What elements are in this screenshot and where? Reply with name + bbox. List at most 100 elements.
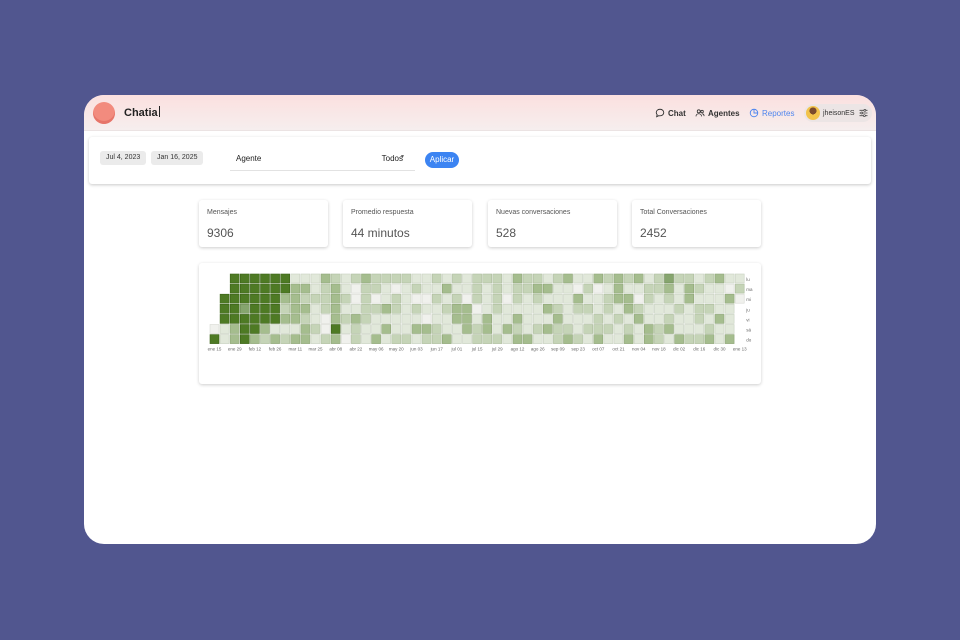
heatmap-cell[interactable] [452, 314, 462, 324]
heatmap-cell[interactable] [573, 324, 583, 334]
heatmap-cell[interactable] [613, 303, 624, 314]
heatmap-cell[interactable] [391, 314, 402, 324]
heatmap-cell[interactable] [563, 283, 573, 294]
heatmap-cell[interactable] [411, 334, 422, 344]
heatmap-cell[interactable] [542, 283, 553, 294]
heatmap-cell[interactable] [623, 283, 634, 294]
heatmap-cell[interactable] [674, 314, 684, 324]
heatmap-cell[interactable] [219, 293, 230, 304]
heatmap-cell[interactable] [472, 293, 482, 304]
heatmap-cell[interactable] [532, 324, 543, 334]
heatmap-cell[interactable] [734, 283, 745, 294]
heatmap-cell[interactable] [250, 314, 260, 324]
heatmap-cell[interactable] [542, 273, 553, 284]
heatmap-cell[interactable] [330, 303, 341, 314]
heatmap-cell[interactable] [330, 273, 341, 284]
heatmap-cell[interactable] [674, 324, 684, 334]
heatmap-cell[interactable] [704, 283, 715, 294]
heatmap-cell[interactable] [431, 303, 442, 314]
heatmap-cell[interactable] [472, 303, 482, 314]
heatmap-cell[interactable] [260, 314, 270, 324]
heatmap-cell[interactable] [280, 303, 290, 314]
heatmap-cell[interactable] [492, 273, 503, 284]
heatmap-cell[interactable] [734, 273, 745, 284]
heatmap-cell[interactable] [381, 334, 391, 344]
heatmap-cell[interactable] [472, 314, 482, 324]
heatmap-cell[interactable] [684, 324, 695, 334]
heatmap-cell[interactable] [492, 283, 503, 294]
heatmap-cell[interactable] [472, 334, 482, 344]
heatmap-cell[interactable] [492, 293, 503, 304]
heatmap-cell[interactable] [593, 303, 604, 314]
heatmap-cell[interactable] [623, 324, 634, 334]
heatmap-cell[interactable] [229, 283, 240, 294]
heatmap-cell[interactable] [482, 293, 493, 304]
heatmap-cell[interactable] [260, 334, 270, 344]
heatmap-cell[interactable] [724, 334, 735, 344]
heatmap-cell[interactable] [593, 324, 604, 334]
heatmap-cell[interactable] [664, 334, 674, 344]
heatmap-cell[interactable] [351, 283, 361, 294]
heatmap-cell[interactable] [633, 324, 644, 334]
heatmap-cell[interactable] [310, 273, 321, 284]
heatmap-cell[interactable] [391, 283, 402, 294]
heatmap-cell[interactable] [603, 314, 614, 324]
heatmap-cell[interactable] [714, 283, 725, 294]
heatmap-cell[interactable] [613, 324, 624, 334]
heatmap-cell[interactable] [633, 314, 644, 324]
heatmap-cell[interactable] [593, 283, 604, 294]
heatmap-cell[interactable] [462, 324, 472, 334]
heatmap-cell[interactable] [270, 314, 280, 324]
heatmap-cell[interactable] [270, 334, 280, 344]
heatmap-cell[interactable] [452, 303, 462, 314]
heatmap-cell[interactable] [431, 334, 442, 344]
heatmap-cell[interactable] [391, 324, 402, 334]
heatmap-cell[interactable] [553, 293, 563, 304]
heatmap-cell[interactable] [512, 293, 523, 304]
heatmap-cell[interactable] [623, 314, 634, 324]
heatmap-cell[interactable] [522, 303, 533, 314]
heatmap-cell[interactable] [209, 334, 220, 344]
heatmap-cell[interactable] [250, 293, 260, 304]
heatmap-cell[interactable] [391, 293, 402, 304]
heatmap-cell[interactable] [472, 324, 482, 334]
heatmap-cell[interactable] [462, 334, 472, 344]
heatmap-cell[interactable] [351, 293, 361, 304]
heatmap-cell[interactable] [643, 303, 654, 314]
heatmap-cell[interactable] [643, 314, 654, 324]
heatmap-cell[interactable] [674, 334, 684, 344]
heatmap-cell[interactable] [583, 293, 594, 304]
heatmap-cell[interactable] [341, 273, 351, 284]
nav-chat[interactable]: Chat [655, 106, 686, 120]
heatmap-cell[interactable] [431, 273, 442, 284]
heatmap-cell[interactable] [573, 293, 583, 304]
heatmap-cell[interactable] [310, 314, 321, 324]
heatmap-cell[interactable] [239, 334, 250, 344]
heatmap-cell[interactable] [260, 293, 270, 304]
heatmap-cell[interactable] [452, 293, 462, 304]
heatmap-cell[interactable] [209, 324, 220, 334]
heatmap-cell[interactable] [502, 273, 513, 284]
heatmap-cell[interactable] [442, 283, 452, 294]
heatmap-cell[interactable] [724, 314, 735, 324]
heatmap-cell[interactable] [300, 324, 311, 334]
heatmap-cell[interactable] [452, 283, 462, 294]
heatmap-cell[interactable] [330, 283, 341, 294]
heatmap-cell[interactable] [421, 334, 432, 344]
heatmap-cell[interactable] [310, 283, 321, 294]
heatmap-cell[interactable] [573, 303, 583, 314]
heatmap-cell[interactable] [512, 303, 523, 314]
heatmap-cell[interactable] [613, 314, 624, 324]
heatmap-cell[interactable] [371, 283, 381, 294]
heatmap-cell[interactable] [351, 324, 361, 334]
heatmap-cell[interactable] [553, 283, 563, 294]
heatmap-cell[interactable] [431, 293, 442, 304]
heatmap-cell[interactable] [250, 273, 260, 284]
heatmap-cell[interactable] [290, 283, 301, 294]
heatmap-cell[interactable] [542, 324, 553, 334]
heatmap-cell[interactable] [270, 324, 280, 334]
heatmap-cell[interactable] [371, 293, 381, 304]
heatmap-cell[interactable] [421, 273, 432, 284]
heatmap-cell[interactable] [431, 314, 442, 324]
heatmap-cell[interactable] [643, 334, 654, 344]
